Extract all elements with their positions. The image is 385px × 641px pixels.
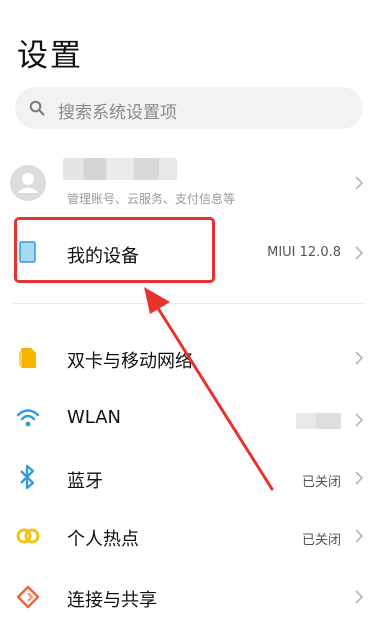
chevron-right-icon xyxy=(355,471,364,485)
wlan-label: WLAN xyxy=(67,407,122,428)
chevron-right-icon xyxy=(355,351,364,365)
sim-card-icon xyxy=(19,348,36,368)
settings-item-bluetooth[interactable]: 蓝牙 已关闭 xyxy=(0,450,385,508)
account-subtitle: 管理账号、云服务、支付信息等 xyxy=(67,192,236,206)
wlan-network-blurred xyxy=(296,413,341,429)
chevron-right-icon xyxy=(355,246,364,260)
settings-item-dual-sim[interactable]: 双卡与移动网络 xyxy=(0,330,385,388)
annotation-highlight-box xyxy=(14,217,215,283)
chevron-right-icon xyxy=(355,413,364,427)
chevron-right-icon xyxy=(355,590,364,604)
connection-sharing-label: 连接与共享 xyxy=(67,590,157,611)
wifi-icon xyxy=(16,409,40,427)
my-device-version: MIUI 12.0.8 xyxy=(267,245,341,260)
chevron-right-icon xyxy=(355,176,364,190)
divider xyxy=(12,303,365,304)
account-name-blurred xyxy=(63,158,177,180)
bluetooth-icon xyxy=(20,464,35,490)
search-icon xyxy=(29,100,45,116)
bluetooth-label: 蓝牙 xyxy=(67,471,103,492)
hotspot-label: 个人热点 xyxy=(67,529,139,550)
share-icon xyxy=(16,585,40,609)
page-title: 设置 xyxy=(17,38,83,74)
chevron-right-icon xyxy=(355,529,364,543)
search-bar[interactable]: 搜索系统设置项 xyxy=(15,87,363,129)
avatar-icon xyxy=(10,165,46,201)
hotspot-icon xyxy=(16,528,40,544)
bluetooth-status: 已关闭 xyxy=(301,475,341,490)
hotspot-status: 已关闭 xyxy=(301,533,341,548)
search-placeholder: 搜索系统设置项 xyxy=(58,103,177,123)
settings-item-connection-sharing[interactable]: 连接与共享 xyxy=(0,568,385,626)
dual-sim-label: 双卡与移动网络 xyxy=(67,351,193,372)
settings-item-hotspot[interactable]: 个人热点 已关闭 xyxy=(0,508,385,566)
